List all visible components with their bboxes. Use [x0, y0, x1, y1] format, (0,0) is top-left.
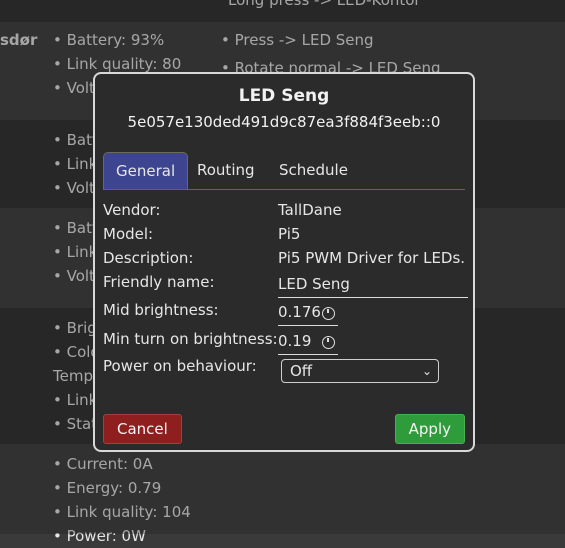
mid-brightness-input[interactable]: 0.176: [278, 303, 321, 321]
description-label: Description:: [103, 249, 194, 267]
tab-schedule[interactable]: Schedule: [267, 152, 360, 188]
chevron-down-icon: ⌄: [421, 364, 432, 378]
knob-icon[interactable]: [322, 336, 335, 349]
friendly-name-underline: [278, 297, 468, 298]
model-label: Model:: [103, 225, 154, 243]
power-on-behaviour-label: Power on behaviour:: [103, 357, 257, 375]
min-brightness-underline: [278, 354, 338, 355]
cancel-button[interactable]: Cancel: [103, 414, 182, 444]
dialog-title: LED Seng: [238, 86, 330, 106]
mid-brightness-label: Mid brightness:: [103, 301, 219, 319]
min-brightness-label: Min turn on brightness:: [103, 330, 278, 348]
vendor-value: TallDane: [278, 201, 342, 219]
description-value: Pi5 PWM Driver for LEDs.: [278, 249, 466, 267]
model-value: Pi5: [278, 225, 301, 243]
friendly-name-label: Friendly name:: [103, 273, 215, 291]
min-brightness-input[interactable]: 0.19: [278, 332, 311, 350]
power-on-behaviour-value: Off: [290, 362, 313, 380]
friendly-name-input[interactable]: LED Seng: [278, 275, 350, 293]
power-on-behaviour-select[interactable]: Off ⌄: [281, 359, 439, 383]
tab-routing[interactable]: Routing: [185, 152, 267, 188]
apply-button[interactable]: Apply: [394, 414, 465, 444]
vendor-label: Vendor:: [103, 201, 161, 219]
mid-brightness-underline: [278, 325, 338, 326]
knob-icon[interactable]: [322, 307, 335, 320]
tab-bar: General Routing Schedule: [103, 152, 465, 190]
dialog-device-id: 5e057e130ded491d9c87ea3f884f3eeb::0: [127, 113, 441, 131]
device-dialog: LED Seng 5e057e130ded491d9c87ea3f884f3ee…: [93, 72, 475, 452]
tab-general[interactable]: General: [103, 152, 189, 189]
